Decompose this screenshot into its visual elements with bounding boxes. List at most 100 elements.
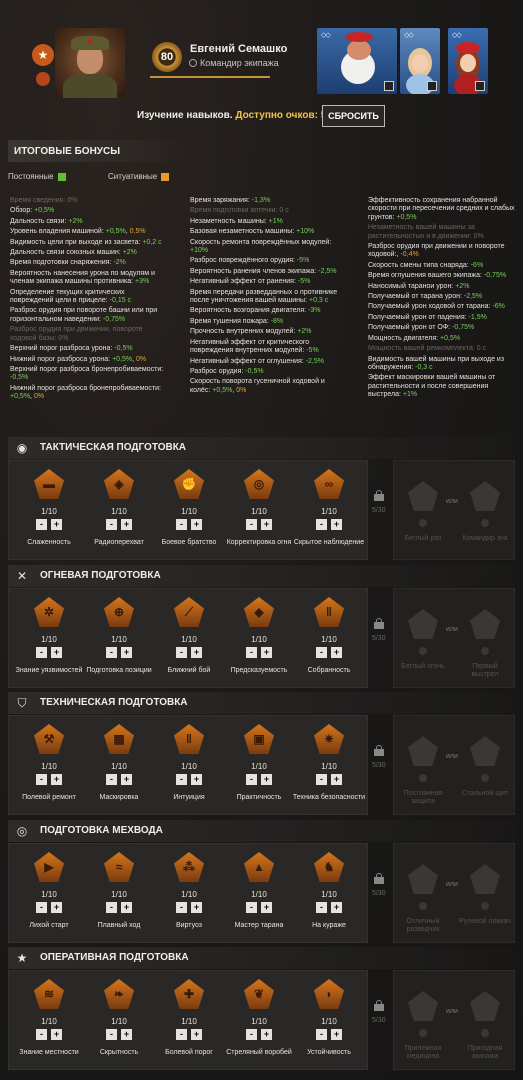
elite-radio[interactable]	[419, 647, 427, 655]
crew-emblem-icon[interactable]: ★	[32, 44, 54, 66]
skill-card[interactable]: ❧ 1/10 - + Скрытность	[84, 971, 154, 1071]
elite-skill-icon[interactable]	[408, 481, 438, 511]
increase-button[interactable]: +	[191, 1029, 202, 1040]
gear-crack-icon[interactable]: ✲	[34, 597, 64, 627]
decrease-button[interactable]: -	[36, 1029, 47, 1040]
decrease-button[interactable]: -	[246, 774, 257, 785]
skill-card[interactable]: ∞ 1/10 - + Скрытое наблюдение	[294, 461, 364, 561]
tracks-icon[interactable]: ⁂	[174, 852, 204, 882]
skill-card[interactable]: ≋ 1/10 - + Знание местности	[14, 971, 84, 1071]
cannon-icon[interactable]: ⟋	[174, 597, 204, 627]
elite-skill-icon[interactable]	[470, 609, 500, 639]
skill-card[interactable]: ✊ 1/10 - + Боевое братство	[154, 461, 224, 561]
elite-skill-icon[interactable]	[470, 991, 500, 1021]
skill-card[interactable]: ⟋ 1/10 - + Ближний бой	[154, 589, 224, 689]
reset-button[interactable]: СБРОСИТЬ	[322, 105, 385, 127]
shells-icon[interactable]: ‖	[174, 724, 204, 754]
elite-skill-icon[interactable]	[470, 736, 500, 766]
decrease-button[interactable]: -	[106, 902, 117, 913]
elite-radio[interactable]	[481, 1029, 489, 1037]
decrease-button[interactable]: -	[176, 519, 187, 530]
skill-card[interactable]: ▶ 1/10 - + Лихой старт	[14, 844, 84, 944]
increase-button[interactable]: +	[261, 774, 272, 785]
slot-checkbox[interactable]	[384, 81, 394, 91]
crew-slot-3[interactable]: ◇◇	[448, 28, 488, 94]
decrease-button[interactable]: -	[36, 902, 47, 913]
shells-icon[interactable]: ‖	[314, 597, 344, 627]
decrease-button[interactable]: -	[246, 902, 257, 913]
increase-button[interactable]: +	[261, 519, 272, 530]
shell-drop-icon[interactable]: ◆	[244, 597, 274, 627]
decrease-button[interactable]: -	[36, 774, 47, 785]
decrease-button[interactable]: -	[316, 647, 327, 658]
tank-icon[interactable]: ▬	[34, 469, 64, 499]
elite-skill-icon[interactable]	[408, 736, 438, 766]
increase-button[interactable]: +	[51, 774, 62, 785]
elite-radio[interactable]	[481, 902, 489, 910]
skill-card[interactable]: ▬ 1/10 - + Слаженность	[14, 461, 84, 561]
increase-button[interactable]: +	[191, 519, 202, 530]
elite-radio[interactable]	[419, 902, 427, 910]
helmet-icon[interactable]: ◗	[314, 979, 344, 1009]
skill-card[interactable]: ♞ 1/10 - + На кураже	[294, 844, 364, 944]
decrease-button[interactable]: -	[106, 647, 117, 658]
commander-portrait[interactable]	[55, 28, 125, 98]
wreath-icon[interactable]: ❦	[244, 979, 274, 1009]
increase-button[interactable]: +	[331, 1029, 342, 1040]
increase-button[interactable]: +	[121, 1029, 132, 1040]
skill-card[interactable]: ❦ 1/10 - + Стреляный воробей	[224, 971, 294, 1071]
decrease-button[interactable]: -	[316, 519, 327, 530]
skill-card[interactable]: ▣ 1/10 - + Практичность	[224, 716, 294, 816]
leaf-icon[interactable]: ❧	[104, 979, 134, 1009]
safety-gear-icon[interactable]: ✷	[314, 724, 344, 754]
camo-icon[interactable]: ▦	[104, 724, 134, 754]
elite-skill-icon[interactable]	[408, 864, 438, 894]
knight-icon[interactable]: ♞	[314, 852, 344, 882]
decrease-button[interactable]: -	[106, 774, 117, 785]
binoculars-icon[interactable]: ∞	[314, 469, 344, 499]
crosshair-icon[interactable]: ⊕	[104, 597, 134, 627]
increase-button[interactable]: +	[51, 519, 62, 530]
skill-card[interactable]: ◆ 1/10 - + Предсказуемость	[224, 589, 294, 689]
increase-button[interactable]: +	[191, 647, 202, 658]
elite-radio[interactable]	[481, 647, 489, 655]
increase-button[interactable]: +	[331, 774, 342, 785]
toolbox-icon[interactable]: ▣	[244, 724, 274, 754]
increase-button[interactable]: +	[121, 519, 132, 530]
increase-button[interactable]: +	[331, 519, 342, 530]
increase-button[interactable]: +	[331, 902, 342, 913]
radio-icon[interactable]: ◈	[104, 469, 134, 499]
decrease-button[interactable]: -	[246, 1029, 257, 1040]
decrease-button[interactable]: -	[246, 519, 257, 530]
skill-card[interactable]: ‖ 1/10 - + Интуиция	[154, 716, 224, 816]
first-aid-icon[interactable]: ✚	[174, 979, 204, 1009]
increase-button[interactable]: +	[191, 774, 202, 785]
crew-slot-1[interactable]: ◇◇	[317, 28, 397, 94]
ram-icon[interactable]: ▲	[244, 852, 274, 882]
skill-card[interactable]: ◈ 1/10 - + Радиоперехват	[84, 461, 154, 561]
decrease-button[interactable]: -	[316, 774, 327, 785]
fist-icon[interactable]: ✊	[174, 469, 204, 499]
elite-skill-icon[interactable]	[408, 991, 438, 1021]
decrease-button[interactable]: -	[36, 519, 47, 530]
elite-skill-icon[interactable]	[408, 609, 438, 639]
skill-card[interactable]: ‖ 1/10 - + Собранность	[294, 589, 364, 689]
terrain-icon[interactable]: ≋	[34, 979, 64, 1009]
elite-radio[interactable]	[419, 519, 427, 527]
decrease-button[interactable]: -	[36, 647, 47, 658]
skill-card[interactable]: ◎ 1/10 - + Корректировка огня	[224, 461, 294, 561]
elite-skill-icon[interactable]	[470, 481, 500, 511]
slot-checkbox[interactable]	[475, 81, 485, 91]
skill-card[interactable]: ⚒ 1/10 - + Полевой ремонт	[14, 716, 84, 816]
skill-card[interactable]: ✲ 1/10 - + Знание уязвимостей	[14, 589, 84, 689]
skill-card[interactable]: ✚ 1/10 - + Болевой порог	[154, 971, 224, 1071]
slot-checkbox[interactable]	[427, 81, 437, 91]
target-icon[interactable]: ◎	[244, 469, 274, 499]
elite-radio[interactable]	[481, 774, 489, 782]
bulb-icon[interactable]	[36, 72, 50, 86]
increase-button[interactable]: +	[121, 774, 132, 785]
increase-button[interactable]: +	[261, 1029, 272, 1040]
increase-button[interactable]: +	[121, 647, 132, 658]
increase-button[interactable]: +	[51, 1029, 62, 1040]
elite-skill-icon[interactable]	[470, 864, 500, 894]
